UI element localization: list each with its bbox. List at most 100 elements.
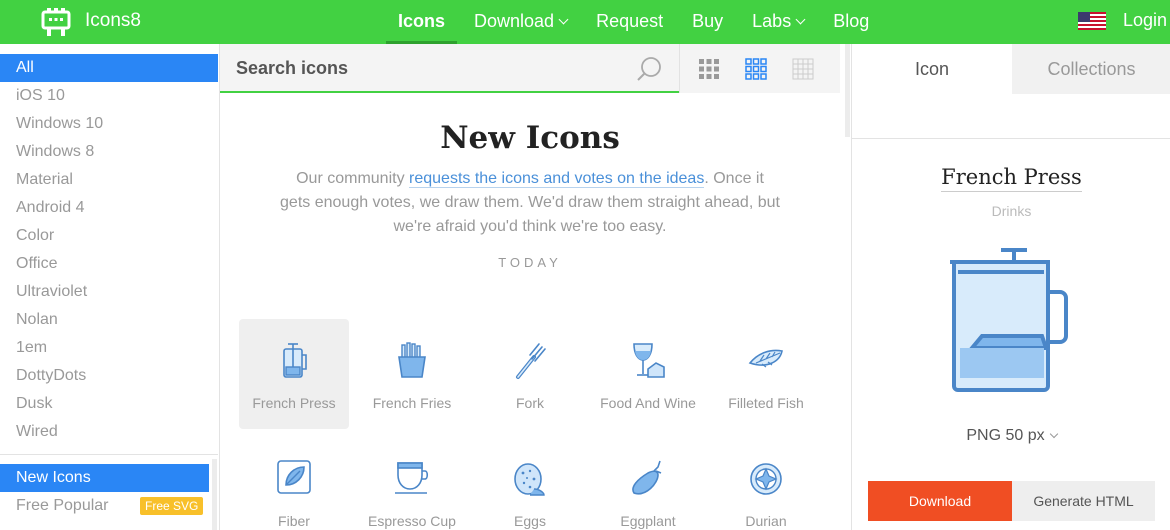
selected-icon-name-text: French Press	[941, 165, 1082, 192]
panel-tabs: Icon Collections	[852, 44, 1170, 94]
icon-tile-eggplant[interactable]: Eggplant	[593, 437, 703, 530]
format-size-label: PNG 50 px	[966, 427, 1045, 444]
icon-tile-label: Eggplant	[620, 513, 676, 529]
icon-tile-label: Espresso Cup	[368, 513, 456, 529]
fiber-icon	[277, 460, 311, 494]
nav-icons-label: Icons	[398, 11, 446, 31]
french-press-preview-icon	[950, 248, 1068, 392]
nav-blog[interactable]: Blog	[821, 0, 881, 44]
icon-tile-label: Durian	[745, 513, 787, 529]
sidebar-item-dusk[interactable]: Dusk	[0, 390, 218, 418]
nav-blog-label: Blog	[833, 11, 870, 31]
icon-tile-label: Fork	[516, 395, 544, 411]
main-scrollbar[interactable]	[845, 44, 850, 137]
espresso-cup-icon	[395, 462, 429, 494]
nav-download-label: Download	[474, 11, 555, 31]
brand-name[interactable]: Icons8	[85, 10, 141, 32]
french-press-icon	[283, 343, 307, 378]
grid-large-icon[interactable]	[698, 58, 720, 80]
nav-labs[interactable]: Labs	[740, 0, 816, 44]
grid-small-icon[interactable]	[792, 58, 814, 80]
icons8-logo-icon[interactable]	[40, 7, 72, 37]
intro-text: Our community requests the icons and vot…	[280, 167, 780, 239]
panel-divider	[852, 138, 1170, 139]
icon-tile-filleted-fish[interactable]: Filleted Fish	[711, 319, 821, 429]
style-sidebar: All iOS 10 Windows 10 Windows 8 Material…	[0, 44, 220, 530]
eggplant-icon	[632, 460, 662, 495]
search-bar	[220, 44, 679, 93]
sidebar-item-color[interactable]: Color	[0, 222, 218, 250]
format-size-dropdown[interactable]: PNG 50 px	[852, 427, 1170, 445]
icon-tile-label: Eggs	[514, 513, 546, 529]
sidebar-divider	[0, 454, 218, 455]
icon-tile-label: Filleted Fish	[728, 395, 804, 411]
sidebar-item-windows-10[interactable]: Windows 10	[0, 110, 218, 138]
nav-download[interactable]: Download	[462, 0, 579, 44]
sidebar-item-ultraviolet[interactable]: Ultraviolet	[0, 278, 218, 306]
sidebar-item-windows-8[interactable]: Windows 8	[0, 138, 218, 166]
top-bar: Icons8 Icons Download Request Buy Labs B…	[0, 0, 1170, 44]
login-link[interactable]: Login	[1123, 10, 1167, 31]
search-input[interactable]	[236, 56, 616, 80]
style-list: All iOS 10 Windows 10 Windows 8 Material…	[0, 54, 219, 446]
sidebar-item-ios-10[interactable]: iOS 10	[0, 82, 218, 110]
tab-collections[interactable]: Collections	[1012, 44, 1170, 94]
chevron-down-icon	[558, 14, 569, 25]
sidebar-item-1em[interactable]: 1em	[0, 334, 218, 362]
generate-html-button[interactable]: Generate HTML	[1012, 481, 1155, 521]
view-toggles	[679, 44, 840, 93]
icon-tile-eggs[interactable]: Eggs	[475, 437, 585, 530]
icon-tile-french-press[interactable]: French Press	[239, 319, 349, 429]
durian-icon	[750, 463, 782, 495]
intro-text-start: Our community	[296, 170, 410, 187]
sidebar-item-material[interactable]: Material	[0, 166, 218, 194]
grid-medium-icon[interactable]	[745, 58, 767, 80]
nav-request[interactable]: Request	[584, 0, 675, 44]
nav-icons[interactable]: Icons	[386, 0, 458, 44]
today-heading: TODAY	[498, 255, 562, 270]
sidebar-item-office[interactable]: Office	[0, 250, 218, 278]
nav-buy[interactable]: Buy	[680, 0, 735, 44]
icon-tile-fiber[interactable]: Fiber	[239, 437, 349, 530]
nav-labs-label: Labs	[752, 11, 792, 31]
filleted-fish-icon	[748, 349, 783, 368]
selected-icon-category[interactable]: Drinks	[852, 203, 1170, 219]
icon-tile-label: French Fries	[372, 395, 452, 411]
selected-icon-name: French Press	[852, 165, 1170, 192]
icon-tile-espresso-cup[interactable]: Espresso Cup	[357, 437, 467, 530]
free-svg-badge: Free SVG	[140, 497, 204, 515]
sidebar-scrollbar[interactable]	[212, 459, 217, 530]
download-button[interactable]: Download	[868, 481, 1012, 521]
icon-tile-durian[interactable]: Durian	[711, 437, 821, 530]
page-title: New Icons	[440, 120, 620, 156]
request-icons-link[interactable]: requests the icons and votes on the idea…	[409, 170, 705, 188]
sidebar-item-nolan[interactable]: Nolan	[0, 306, 218, 334]
sidebar-item-free-popular[interactable]: Free Popular Free SVG	[0, 492, 209, 520]
icon-tile-food-and-wine[interactable]: Food And Wine	[593, 319, 703, 429]
chevron-down-icon	[795, 14, 806, 25]
icon-tile-french-fries[interactable]: French Fries	[357, 319, 467, 429]
food-and-wine-icon	[633, 343, 665, 378]
sidebar-item-wired[interactable]: Wired	[0, 418, 218, 446]
nav-buy-label: Buy	[692, 11, 724, 31]
chevron-down-icon	[1049, 429, 1058, 439]
icon-tile-label: French Press	[252, 395, 336, 411]
main-content: New Icons Our community requests the ico…	[220, 44, 840, 530]
icon-tile-label: Food And Wine	[600, 395, 696, 411]
us-flag-icon[interactable]	[1078, 12, 1106, 30]
sidebar-item-new-icons[interactable]: New Icons	[0, 464, 209, 492]
icon-tile-label: Fiber	[278, 513, 310, 529]
search-icon[interactable]	[636, 56, 662, 82]
nav-request-label: Request	[596, 11, 664, 31]
icon-tile-fork[interactable]: Fork	[475, 319, 585, 429]
free-popular-label: Free Popular	[16, 497, 109, 514]
eggs-icon	[514, 463, 545, 496]
section-list: New Icons Free Popular Free SVG	[0, 464, 219, 520]
tab-icon[interactable]: Icon	[852, 44, 1012, 94]
french-fries-icon	[398, 342, 426, 378]
sidebar-item-all[interactable]: All	[0, 54, 218, 82]
sidebar-item-dottydots[interactable]: DottyDots	[0, 362, 218, 390]
main-nav: Icons Download Request Buy Labs Blog	[386, 0, 886, 44]
icon-detail-panel: Icon Collections French Press Drinks PNG…	[851, 44, 1170, 530]
sidebar-item-android-4[interactable]: Android 4	[0, 194, 218, 222]
